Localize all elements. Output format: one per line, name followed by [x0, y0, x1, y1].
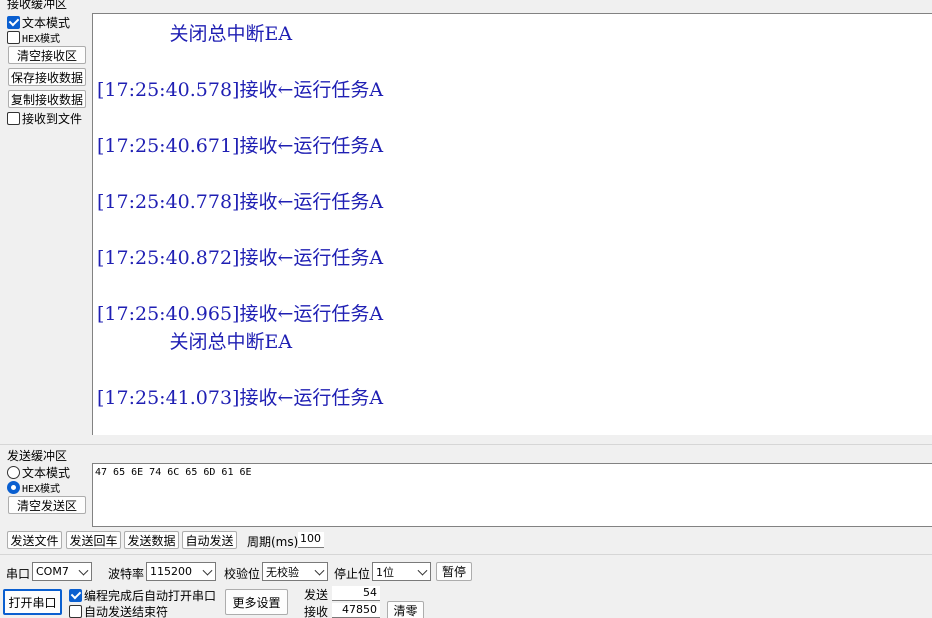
chevron-down-icon — [78, 565, 89, 576]
send-data-button[interactable]: 发送数据 — [124, 531, 179, 549]
checkbox-unchecked-icon — [69, 605, 82, 618]
checkbox-unchecked-icon — [7, 112, 20, 125]
save-recv-button[interactable]: 保存接收数据 — [8, 68, 86, 86]
recv-to-file-label: 接收到文件 — [22, 112, 83, 126]
checkbox-unchecked-icon — [7, 31, 20, 44]
chevron-down-icon — [202, 565, 213, 576]
send-file-button[interactable]: 发送文件 — [7, 531, 62, 549]
more-settings-button[interactable]: 更多设置 — [225, 589, 288, 615]
auto-send-button[interactable]: 自动发送 — [182, 531, 237, 549]
auto-end-label: 自动发送结束符 — [84, 605, 169, 618]
copy-recv-button[interactable]: 复制接收数据 — [8, 90, 86, 108]
recv-count-value: 47850 — [332, 603, 380, 618]
baud-select-value: 115200 — [150, 565, 192, 578]
recv-line: 关闭总中断EA — [97, 331, 293, 353]
send-text-area[interactable]: 47 65 6E 74 6C 65 6D 61 6E — [92, 463, 932, 527]
recv-line: [17:25:41.073]接收←运行任务A — [97, 387, 384, 409]
recv-line: 关闭总中断EA — [97, 23, 293, 45]
recv-text-mode-checkbox[interactable]: 文本模式 — [7, 14, 70, 31]
recv-text-area[interactable]: 关闭总中断EA [17:25:40.578]接收←运行任务A [17:25:40… — [92, 13, 932, 435]
recv-line: [17:25:40.872]接收←运行任务A — [97, 247, 384, 269]
splitter[interactable] — [0, 444, 932, 445]
recv-text-mode-label: 文本模式 — [22, 16, 71, 30]
send-hex-mode-label: HEX模式 — [22, 484, 61, 495]
open-port-button[interactable]: 打开串口 — [3, 589, 62, 615]
port-select[interactable]: COM7 — [32, 562, 92, 581]
pause-button[interactable]: 暂停 — [436, 562, 472, 581]
recv-group-title: 接收缓冲区 — [6, 0, 69, 12]
period-input[interactable]: 100 — [298, 532, 324, 548]
send-text-mode-label: 文本模式 — [22, 466, 71, 480]
stop-bits-select[interactable]: 1位 — [372, 562, 431, 581]
send-content: 47 65 6E 74 6C 65 6D 61 6E — [95, 467, 252, 478]
period-label: 周期(ms) — [247, 535, 299, 549]
recv-count-label: 接收 — [304, 605, 329, 618]
recv-to-file-checkbox[interactable]: 接收到文件 — [7, 110, 82, 127]
radio-checked-icon — [7, 481, 20, 494]
recv-hex-mode-label: HEX模式 — [22, 34, 61, 45]
auto-open-label: 编程完成后自动打开串口 — [84, 589, 217, 603]
port-select-value: COM7 — [36, 565, 69, 578]
send-text-mode-radio[interactable]: 文本模式 — [7, 464, 70, 481]
auto-open-checkbox[interactable]: 编程完成后自动打开串口 — [69, 587, 216, 604]
recv-line: [17:25:40.778]接收←运行任务A — [97, 191, 384, 213]
clear-send-button[interactable]: 清空发送区 — [8, 496, 86, 514]
send-count-label: 发送 — [304, 588, 329, 602]
checkbox-checked-icon — [7, 16, 20, 29]
parity-select-value: 无校验 — [266, 565, 299, 579]
send-return-button[interactable]: 发送回车 — [66, 531, 121, 549]
send-group-title: 发送缓冲区 — [6, 447, 69, 464]
recv-hex-mode-checkbox[interactable]: HEX模式 — [7, 30, 60, 45]
divider — [0, 554, 932, 555]
recv-line: [17:25:40.578]接收←运行任务A — [97, 79, 384, 101]
chevron-down-icon — [417, 565, 428, 576]
recv-line: [17:25:40.965]接收←运行任务A — [97, 303, 384, 325]
radio-unchecked-icon — [7, 466, 20, 479]
clear-recv-button[interactable]: 清空接收区 — [8, 46, 86, 64]
checkbox-checked-icon — [69, 589, 82, 602]
stop-bits-label: 停止位 — [334, 567, 371, 581]
chevron-down-icon — [314, 565, 325, 576]
recv-line: [17:25:40.671]接收←运行任务A — [97, 135, 384, 157]
parity-select[interactable]: 无校验 — [262, 562, 328, 581]
stop-bits-select-value: 1位 — [376, 565, 394, 579]
auto-end-checkbox[interactable]: 自动发送结束符 — [69, 603, 168, 618]
send-count-value: 54 — [332, 586, 380, 601]
baud-label: 波特率 — [108, 567, 145, 581]
baud-select[interactable]: 115200 — [146, 562, 216, 581]
parity-label: 校验位 — [224, 567, 261, 581]
send-hex-mode-radio[interactable]: HEX模式 — [7, 480, 60, 495]
port-label: 串口 — [6, 567, 31, 581]
clear-count-button[interactable]: 清零 — [387, 601, 424, 618]
